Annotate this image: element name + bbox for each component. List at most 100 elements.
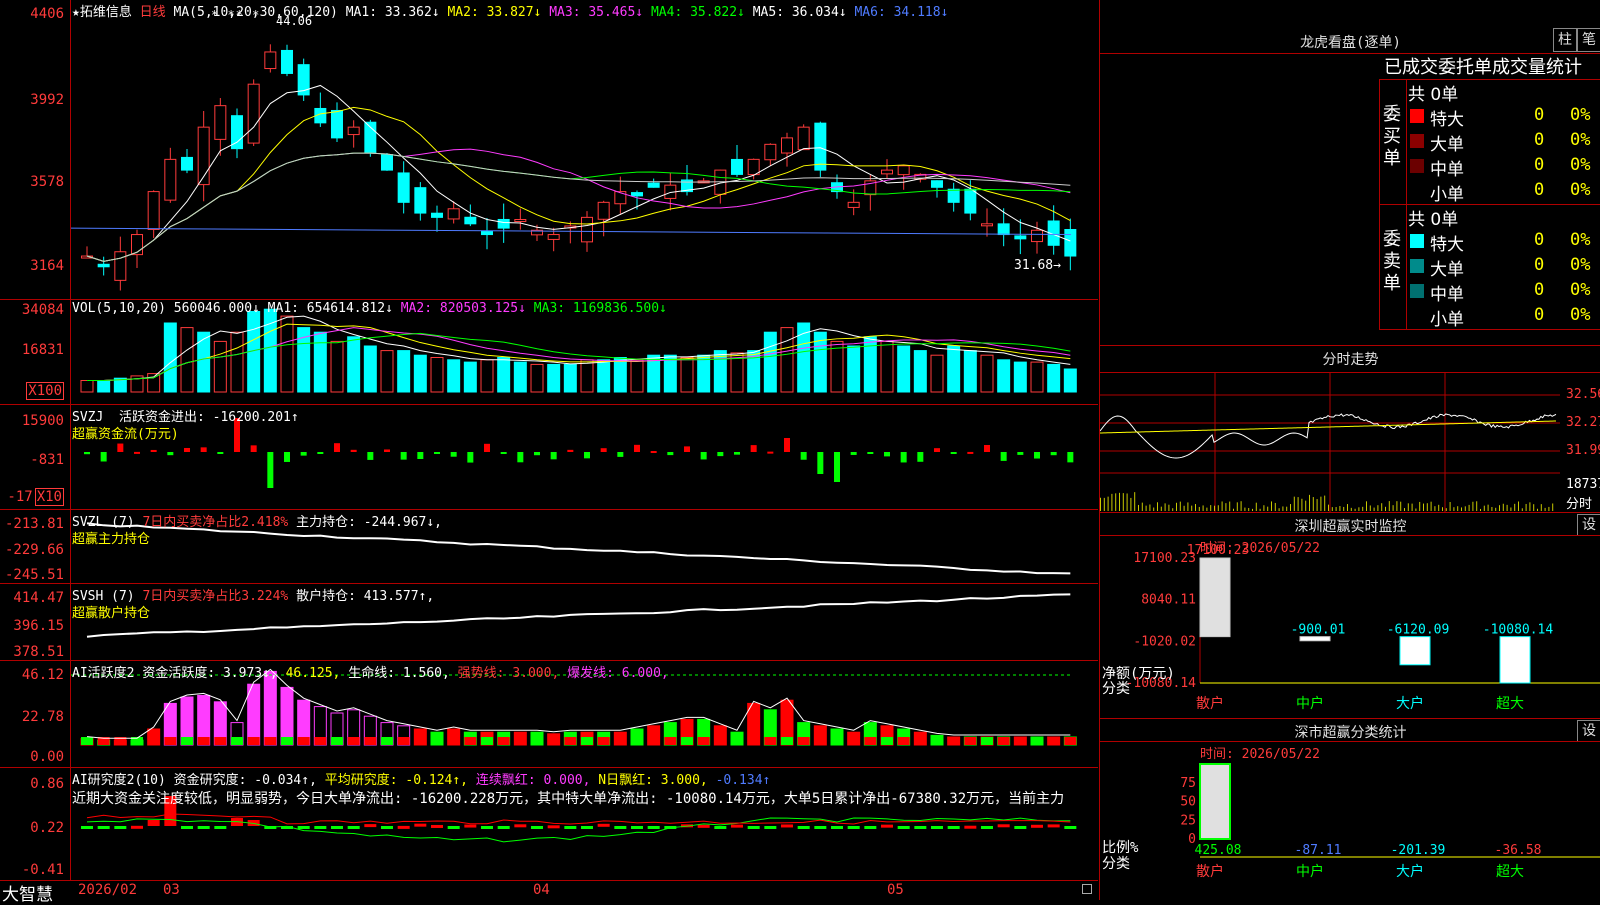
- svsh-panel[interactable]: 414.47 396.15 378.51 SVSH (7) 7日内买卖净占比3.…: [0, 584, 1098, 661]
- flow-bar: [450, 452, 457, 457]
- flow-bar: [184, 447, 190, 452]
- bar-value-label: -900.01: [1291, 623, 1346, 638]
- period-label[interactable]: 日线: [140, 5, 166, 20]
- volume-ma1: MA1: 654614.812↓: [267, 301, 393, 316]
- date-label: 04: [533, 882, 550, 898]
- longhu-panel[interactable]: 龙虎看盘(逐单) 柱 笔 已成交委托单成交量统计 委买单共 0单 特大 0 0% 大单 0…: [1099, 0, 1600, 346]
- volume-unit[interactable]: X100: [26, 382, 64, 400]
- classify-panel[interactable]: 深市超赢分类统计 设 时间: 2026/05/22 75 50 25 0 425.08 散…: [1099, 719, 1600, 900]
- kline-plot[interactable]: 44.06 * ** * 31.68→: [71, 0, 1098, 299]
- candle: [331, 109, 343, 139]
- net-amount-chart[interactable]: 17100.238040.11-1020.02-10080.1417100.23…: [1100, 538, 1600, 718]
- buy-row-name: 特大: [1430, 110, 1464, 130]
- intraday-volume-bar: [1206, 507, 1208, 511]
- monitor-panel[interactable]: 深圳超赢实时监控 设 时间: 2026/05/22 17100.23 8040.1…: [1099, 513, 1600, 719]
- svzj-panel[interactable]: 15900 -831 -17 X10 SVZJ 活跃资金进出: -16200.20…: [0, 405, 1098, 510]
- research-bar: [581, 826, 593, 829]
- intraday-volume-bar: [1134, 492, 1136, 511]
- flow-bar: [150, 449, 157, 452]
- monitor-settings-button[interactable]: 设: [1577, 514, 1600, 536]
- intraday-volume-bar: [1191, 505, 1193, 511]
- candle: [214, 105, 227, 140]
- category-label: 散户: [1196, 695, 1224, 712]
- flow-bar: [567, 449, 574, 452]
- price-tick: 4406: [30, 6, 64, 22]
- volume-panel[interactable]: 34084 16831 X100 VOL(5,10,20) 560046.000…: [0, 300, 1098, 405]
- research-bar: [647, 826, 660, 829]
- candle: [381, 154, 393, 171]
- intraday-volume-bar: [1339, 506, 1341, 511]
- research-bar: [514, 824, 527, 828]
- favorite-star-icon[interactable]: ★: [72, 5, 80, 20]
- intraday-volume-bar: [1160, 506, 1162, 511]
- volume-bar: [197, 331, 211, 393]
- price-tick: 3164: [30, 258, 64, 274]
- svzj-unit[interactable]: X10: [34, 488, 64, 506]
- intraday-volume-bar: [1544, 507, 1546, 511]
- candle: [631, 192, 643, 197]
- intraday-volume-bar: [1149, 504, 1151, 511]
- axis-tick: -1020.02: [1133, 634, 1196, 649]
- ai-activity-label: AI活跃度2: [72, 666, 135, 681]
- intraday-volume-bar: [1521, 508, 1523, 511]
- candle: [347, 126, 360, 136]
- intraday-chart[interactable]: [1100, 373, 1560, 513]
- continuous-red-value: 连续飘红: 0.000,: [475, 773, 591, 788]
- research-bar: [1047, 824, 1060, 828]
- category-label: 超大: [1496, 696, 1524, 712]
- volume-bar: [613, 357, 627, 393]
- activity-base-bar: [1047, 737, 1060, 745]
- volume-bar: [1030, 361, 1044, 393]
- ratio-chart[interactable]: 7550250425.08散户-87.11中户-201.39大户-36.58超大…: [1100, 744, 1600, 900]
- svzj-tick: -831: [30, 452, 64, 468]
- kline-panel[interactable]: 4406 3992 3578 3164 ★拓维信息 日线 MA(5,10,20,…: [0, 0, 1098, 300]
- lock-icon[interactable]: [1082, 884, 1092, 894]
- svzj-tick: -17 X10: [7, 488, 64, 506]
- candle: [447, 208, 460, 220]
- svzl-panel[interactable]: -213.81 -229.66 -245.51 SVZL (7) 7日内买卖净占…: [0, 510, 1098, 584]
- activity-base-bar: [881, 737, 893, 745]
- bar-mode-button[interactable]: 柱: [1553, 28, 1577, 52]
- sell-row-name: 小单: [1430, 310, 1464, 330]
- buy-row-count: 0: [1534, 180, 1545, 200]
- activity-base-bar: [897, 737, 910, 745]
- fenshi-panel[interactable]: 分时走势 32.56 32.27 31.99 18737 分时: [1099, 346, 1600, 513]
- research-bar: [1014, 826, 1027, 829]
- research-bar: [297, 826, 310, 829]
- intraday-volume-bar: [1316, 499, 1318, 511]
- volume-bar: [430, 357, 444, 393]
- research-bar: [531, 826, 543, 829]
- intraday-volume-bar: [1122, 493, 1124, 511]
- svsh-tick: 414.47: [13, 590, 64, 606]
- intraday-volume-bar: [1274, 502, 1276, 511]
- svsh-axis: 414.47 396.15 378.51: [0, 584, 71, 660]
- svzj-subtitle: 超赢资金流(万元): [72, 427, 179, 442]
- volume-bar: [597, 359, 611, 393]
- intraday-volume-bar: [1552, 503, 1554, 511]
- candle: [164, 158, 177, 201]
- intraday-volume-bar: [1502, 503, 1504, 511]
- flow-bar: [617, 452, 624, 457]
- ai-activity-panel[interactable]: 46.12 22.78 0.00 AI活跃度2 资金活跃度: 3.973↓, 4…: [0, 661, 1098, 768]
- intraday-volume-bar: [1430, 501, 1432, 511]
- volume-header: VOL(5,10,20) 560046.000↓ MA1: 654614.812…: [72, 301, 667, 316]
- intraday-volume-bar: [1324, 495, 1326, 511]
- classify-settings-button[interactable]: 设: [1577, 720, 1600, 742]
- research-value: 资金研究度: -0.034↑,: [173, 773, 317, 788]
- activity-base-bar: [481, 737, 493, 745]
- y-axis-label: 净额(万元): [1102, 666, 1175, 682]
- candlestick-chart[interactable]: [71, 0, 1098, 299]
- research-bar: [997, 824, 1010, 828]
- ai-research-panel[interactable]: 0.86 0.22 -0.41 AI研究度2(10) 资金研究度: -0.034…: [0, 768, 1098, 881]
- activity-base-bar: [214, 737, 227, 745]
- intraday-volume-bar: [1480, 508, 1481, 511]
- research-bar: [414, 823, 427, 827]
- ma-line: [86, 148, 1071, 262]
- intraday-volume-bar: [1252, 508, 1253, 511]
- flow-bar: [284, 452, 290, 462]
- candle: [881, 169, 893, 175]
- tick-mode-button[interactable]: 笔: [1577, 28, 1600, 52]
- buy-row-name: 中单: [1430, 160, 1464, 180]
- intraday-volume-bar: [1236, 502, 1238, 511]
- activity-base-bar: [764, 737, 777, 745]
